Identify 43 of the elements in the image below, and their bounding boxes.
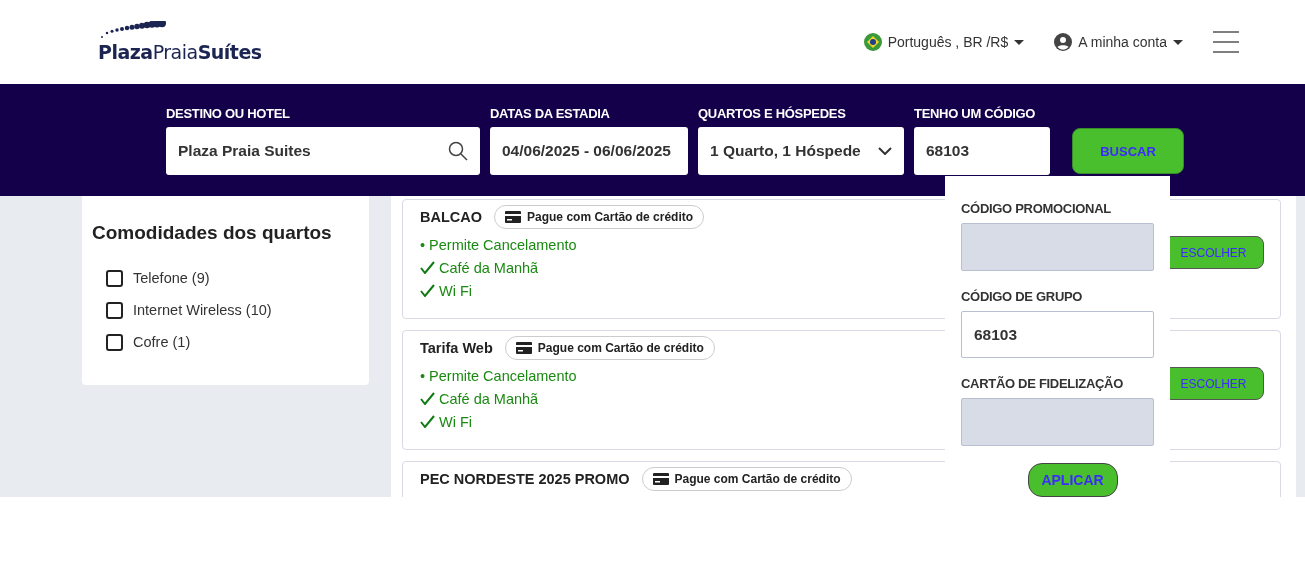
amenity-checkbox[interactable]: Cofre (1) xyxy=(92,326,359,358)
amenity-checkbox[interactable]: Telefone (9) xyxy=(92,262,359,294)
input-field[interactable]: Plaza Praia Suites xyxy=(166,127,480,175)
logo: PlazaPraiaSuítes xyxy=(98,41,262,63)
check-icon xyxy=(420,261,435,274)
credit-card-icon xyxy=(505,211,522,223)
rate-name: PEC NORDESTE 2025 PROMO xyxy=(420,471,630,487)
check-icon xyxy=(420,284,435,297)
logo-dots-icon xyxy=(98,21,168,39)
rate-feature: Wi Fi xyxy=(420,410,472,433)
check-icon xyxy=(420,392,435,405)
field-label: DESTINO OU HOTEL xyxy=(166,106,291,121)
language-menu[interactable]: Português , BR /R$ xyxy=(863,33,1025,51)
caret-icon xyxy=(1173,39,1183,45)
account-menu[interactable]: A minha conta xyxy=(1054,33,1183,51)
field-label: DATAS DA ESTADIA xyxy=(490,106,611,121)
field-label: QUARTOS E HÓSPEDES xyxy=(698,106,847,121)
input-field[interactable]: 68103 xyxy=(914,127,1050,175)
menu-icon[interactable] xyxy=(1213,31,1239,53)
caret-icon xyxy=(1014,39,1025,45)
credit-card-icon xyxy=(652,473,669,485)
check-icon xyxy=(420,415,435,428)
input-field[interactable]: 68103 xyxy=(961,310,1154,359)
rate-name: BALCAO xyxy=(420,209,483,225)
rate-feature: • Permite Cancelamento xyxy=(420,235,577,255)
amenity-checkbox[interactable]: Internet Wireless (10) xyxy=(92,294,359,326)
field-label: TENHO UM CÓDIGO xyxy=(914,106,1037,121)
chevron-down-icon xyxy=(878,147,892,155)
input-field[interactable]: 04/06/2025 - 06/06/2025 xyxy=(490,127,688,175)
field-label: CÓDIGO PROMOCIONAL xyxy=(961,201,1112,216)
filter-title: Comodidades dos quartos xyxy=(92,222,333,244)
user-icon xyxy=(1054,33,1073,51)
field-label: CÓDIGO DE GRUPO xyxy=(961,288,1084,304)
guests-select[interactable]: 1 Quarto, 1 Hóspede xyxy=(698,127,904,175)
credit-card-icon xyxy=(515,342,532,354)
search-icon xyxy=(448,141,468,161)
rate-feature: Café da Manhã xyxy=(420,387,539,410)
flag-icon xyxy=(863,33,882,51)
rate-feature: Wi Fi xyxy=(420,279,472,302)
field-label: CARTÃO DE FIDELIZAÇÃO xyxy=(961,376,1124,392)
rate-name: Tarifa Web xyxy=(420,340,493,356)
rate-feature: Café da Manhã xyxy=(420,256,539,279)
rate-feature: • Permite Cancelamento xyxy=(420,366,577,386)
